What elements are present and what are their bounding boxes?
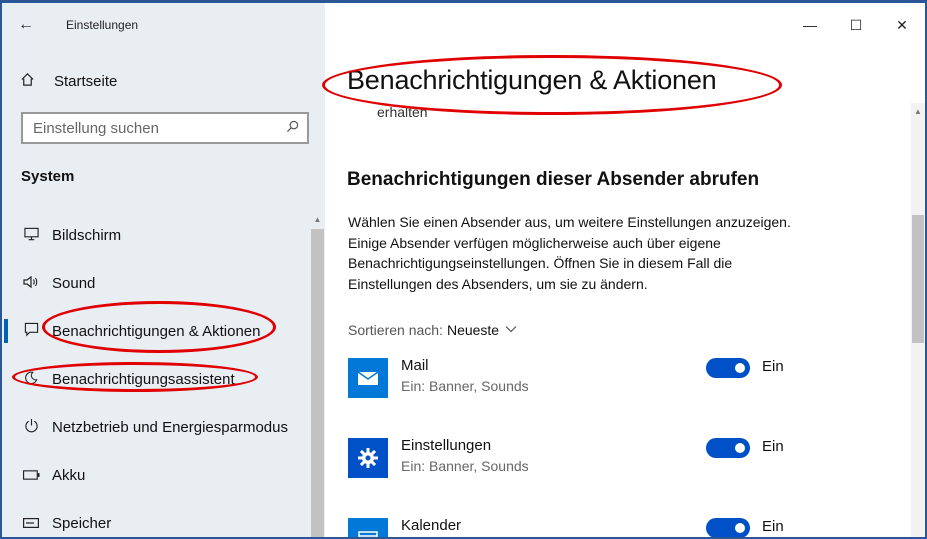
title-bar: ← Einstellungen <box>2 3 325 47</box>
sidebar-nav: Bildschirm Sound Benachrichtigungen & Ak… <box>2 211 310 537</box>
section-title: System <box>21 168 75 185</box>
app-name: Einstellungen <box>401 437 492 454</box>
sidebar-item-benachrichtigungsassistent[interactable]: Benachrichtigungsassistent <box>2 355 310 403</box>
app-row-einstellungen[interactable]: Einstellungen Ein: Banner, Sounds Ein <box>348 436 788 480</box>
kalender-toggle[interactable] <box>706 518 750 538</box>
gear-icon <box>348 438 388 478</box>
speaker-icon <box>20 275 42 292</box>
scrollbar-thumb[interactable] <box>311 229 324 537</box>
sidebar-item-label: Sound <box>52 274 96 292</box>
sidebar-item-label: Akku <box>52 466 86 484</box>
home-label: Startseite <box>54 72 118 90</box>
scroll-up-icon[interactable]: ▲ <box>911 103 925 119</box>
page-title: Benachrichtigungen & Aktionen <box>347 65 717 95</box>
app-status-detail: Ein: Banner, Sounds <box>401 458 529 474</box>
sidebar-item-benachrichtigungen[interactable]: Benachrichtigungen & Aktionen <box>2 307 310 355</box>
maximize-button[interactable]: ☐ <box>833 3 879 47</box>
scroll-up-icon[interactable]: ▲ <box>310 211 325 227</box>
home-icon <box>20 72 42 91</box>
einstellungen-toggle[interactable] <box>706 438 750 458</box>
sidebar-item-bildschirm[interactable]: Bildschirm <box>2 211 310 259</box>
calendar-icon <box>348 518 388 539</box>
window-controls: — ☐ ✕ <box>787 3 925 47</box>
content-pane: — ☐ ✕ Benachrichtigungen & Aktionen erha… <box>325 3 925 539</box>
search-input[interactable] <box>33 119 286 137</box>
app-row-kalender[interactable]: Kalender Ein <box>348 516 788 539</box>
app-row-mail[interactable]: Mail Ein: Banner, Sounds Ein <box>348 356 788 400</box>
power-icon <box>20 418 42 436</box>
back-arrow-icon: ← <box>18 16 34 33</box>
mail-toggle[interactable] <box>706 358 750 378</box>
toggle-label: Ein <box>762 438 784 455</box>
minimize-button[interactable]: — <box>787 3 833 47</box>
clipped-text: erhalten <box>377 104 428 120</box>
battery-icon <box>20 467 42 483</box>
sidebar-item-label: Benachrichtigungsassistent <box>52 370 235 388</box>
storage-icon <box>20 515 42 531</box>
sidebar-item-speicher[interactable]: Speicher <box>2 499 310 537</box>
sidebar-item-home[interactable]: Startseite <box>20 65 117 97</box>
moon-icon <box>20 371 42 388</box>
sidebar-item-sound[interactable]: Sound <box>2 259 310 307</box>
app-name: Kalender <box>401 517 462 534</box>
chevron-down-icon[interactable] <box>505 324 517 336</box>
close-button[interactable]: ✕ <box>879 3 925 47</box>
app-name: Mail <box>401 357 429 374</box>
app-status-detail: Ein: Banner, Sounds <box>401 378 529 394</box>
toggle-label: Ein <box>762 358 784 375</box>
section-subtitle: Benachrichtigungen dieser Absender abruf… <box>347 169 760 190</box>
search-icon[interactable] <box>286 120 299 136</box>
sidebar-item-label: Speicher <box>52 514 112 532</box>
notification-icon <box>20 322 42 340</box>
toggle-label: Ein <box>762 518 784 535</box>
sort-dropdown[interactable]: Sortieren nach: Neueste <box>348 322 517 338</box>
sort-value[interactable]: Neueste <box>447 322 499 338</box>
sidebar-item-netzbetrieb[interactable]: Netzbetrieb und Energiesparmodus <box>2 403 310 451</box>
sidebar-item-akku[interactable]: Akku <box>2 451 310 499</box>
sidebar-item-label: Bildschirm <box>52 226 122 244</box>
sidebar-item-label: Benachrichtigungen & Aktionen <box>52 322 261 340</box>
display-icon <box>20 227 42 244</box>
sort-label: Sortieren nach: <box>348 322 443 338</box>
sidebar-scrollbar[interactable]: ▲ <box>310 211 325 537</box>
search-box[interactable] <box>21 112 309 144</box>
mail-icon <box>348 358 388 398</box>
scrollbar-thumb[interactable] <box>912 215 924 343</box>
app-title: Einstellungen <box>66 18 139 32</box>
section-description: Wählen Sie einen Absender aus, um weiter… <box>348 214 791 292</box>
content-scrollbar[interactable]: ▲ <box>911 103 925 537</box>
back-button[interactable]: ← <box>2 3 50 47</box>
settings-sidebar: ← Einstellungen Startseite System Bildsc… <box>2 3 325 537</box>
sidebar-item-label: Netzbetrieb und Energiesparmodus <box>52 418 288 436</box>
